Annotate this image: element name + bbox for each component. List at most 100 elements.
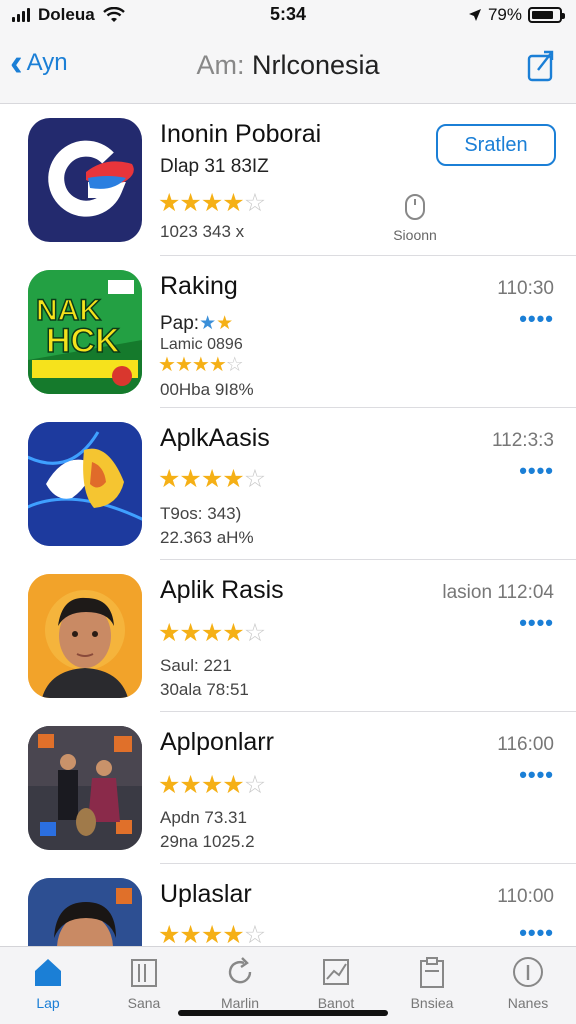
star-icon: ★	[200, 465, 223, 493]
star-icon: ★	[199, 313, 217, 334]
page-title-prefix: Am:	[196, 50, 245, 80]
location-icon	[468, 9, 481, 21]
star-icon: ★	[179, 771, 201, 799]
app-subtitle: Dlap 31 83IZ	[160, 156, 269, 177]
page-title-text: Nrlconesia	[251, 50, 380, 80]
app-subtitle: Pap:★★	[160, 312, 233, 335]
tab-label: Sana	[127, 995, 161, 1011]
page-title: Am: Nrlconesia	[0, 50, 576, 81]
app-meta: Saul: 221	[160, 656, 232, 675]
star-icon: ★	[179, 465, 201, 493]
star-icon: ★	[158, 189, 180, 217]
books-icon	[131, 959, 157, 987]
tab-label: Banot	[317, 995, 355, 1011]
share-icon[interactable]	[526, 48, 556, 82]
info-icon	[513, 957, 543, 987]
app-meta: Apdn 73.31	[160, 808, 247, 827]
mouse-icon	[405, 194, 425, 220]
rating-stars: ★★★★☆	[158, 352, 244, 377]
mouse-indicator: Sioonn	[380, 194, 450, 243]
svg-text:HCK: HCK	[46, 322, 120, 360]
star-icon: ★	[200, 189, 223, 217]
app-name: Aplik Rasis	[160, 576, 284, 604]
app-list: Inonin Poborai Dlap 31 83IZ ★★★★☆ 1023 3…	[0, 104, 576, 946]
more-button[interactable]: ••••	[519, 922, 554, 944]
star-icon: ★	[179, 189, 201, 217]
list-item[interactable]: Aplik Rasis ★★★★☆ Saul: 221 30ala 78:51 …	[0, 560, 576, 712]
g-logo-icon	[28, 118, 142, 242]
star-icon: ☆	[243, 189, 266, 217]
list-item[interactable]: NAK HCK Raking Pap:★★ Lamic 0896 ★★★★☆ 0…	[0, 256, 576, 408]
rating-stars: ★★★★☆	[158, 770, 266, 800]
list-item[interactable]: Aplponlarr ★★★★☆ Apdn 73.31 29na 1025.2 …	[0, 712, 576, 864]
star-icon: ★	[208, 354, 227, 376]
mouse-label: Sioonn	[393, 227, 437, 243]
app-time: lasion 112:04	[442, 582, 554, 603]
app-time: 116:00	[497, 734, 554, 755]
more-button[interactable]: ••••	[519, 460, 554, 482]
tab-bnsiea[interactable]: Bnsiea	[384, 947, 480, 1024]
tab-nanes[interactable]: Nanes	[480, 947, 576, 1024]
app-meta: T9os: 343)	[160, 504, 242, 523]
star-icon: ★	[158, 354, 176, 376]
app-name: Aplponlarr	[160, 728, 274, 756]
app-name: Inonin Poborai	[160, 120, 322, 148]
battery-percent: 79%	[487, 5, 522, 24]
star-icon: ☆	[225, 354, 244, 376]
chart-icon	[323, 959, 349, 985]
list-item[interactable]: Inonin Poborai Dlap 31 83IZ ★★★★☆ 1023 3…	[0, 104, 576, 256]
status-right: 79%	[468, 5, 565, 25]
list-item[interactable]: AplkAasis ★★★★☆ T9os: 343) 22.363 aH% 11…	[0, 408, 576, 560]
app-meta: 1023 343 x	[160, 222, 245, 241]
movie-poster-icon	[28, 726, 142, 850]
app-time: 110:00	[497, 886, 554, 907]
app-name: Uplaslar	[160, 880, 252, 908]
star-icon: ☆	[243, 771, 266, 799]
portrait-icon	[28, 878, 142, 946]
portrait-icon	[28, 574, 142, 698]
star-icon: ★	[158, 465, 180, 493]
app-meta: 00Hba 9I8%	[160, 380, 254, 399]
star-icon: ★	[158, 771, 180, 799]
home-indicator	[178, 1010, 388, 1016]
tab-label: Marlin	[220, 995, 260, 1011]
star-icon: ☆	[243, 465, 266, 493]
star-icon: ★	[179, 619, 201, 647]
rating-stars: ★★★★☆	[158, 464, 266, 494]
hack-game-icon: NAK HCK	[28, 270, 142, 394]
star-icon: ★	[158, 619, 180, 647]
tab-label: Lap	[36, 995, 60, 1011]
get-button[interactable]: Sratlen	[436, 124, 556, 166]
star-icon: ★	[222, 619, 244, 647]
star-icon: ★	[216, 313, 234, 334]
home-icon	[35, 959, 61, 986]
app-name: AplkAasis	[160, 424, 270, 452]
app-time: 110:30	[497, 278, 554, 299]
tab-label: Bnsiea	[410, 995, 454, 1011]
star-icon: ★	[222, 771, 244, 799]
star-icon: ★	[191, 354, 210, 376]
tab-label: Nanes	[507, 995, 549, 1011]
more-button[interactable]: ••••	[519, 308, 554, 330]
star-icon: ★	[200, 921, 223, 946]
app-subtitle-text: Pap:	[160, 313, 200, 334]
abstract-bird-icon	[28, 422, 142, 546]
star-icon: ★	[200, 619, 223, 647]
nav-bar: ‹ Ayn Am: Nrlconesia	[0, 30, 576, 104]
star-icon: ★	[158, 921, 180, 946]
clipboard-icon	[420, 957, 444, 988]
app-time: 112:3:3	[492, 430, 554, 451]
more-button[interactable]: ••••	[519, 764, 554, 786]
star-icon: ★	[222, 921, 244, 946]
star-icon: ★	[200, 771, 223, 799]
list-item[interactable]: Uplaslar ★★★★☆ 110:00 ••••	[0, 864, 576, 946]
star-icon: ★	[222, 189, 244, 217]
rating-stars: ★★★★☆	[158, 920, 266, 946]
app-name: Raking	[160, 272, 238, 300]
status-bar: Doleua 5:34 79%	[0, 0, 576, 30]
app-meta: 29na 1025.2	[160, 832, 255, 851]
tab-lap[interactable]: Lap	[0, 947, 96, 1024]
refresh-icon	[228, 957, 252, 984]
app-meta: 30ala 78:51	[160, 680, 249, 699]
more-button[interactable]: ••••	[519, 612, 554, 634]
